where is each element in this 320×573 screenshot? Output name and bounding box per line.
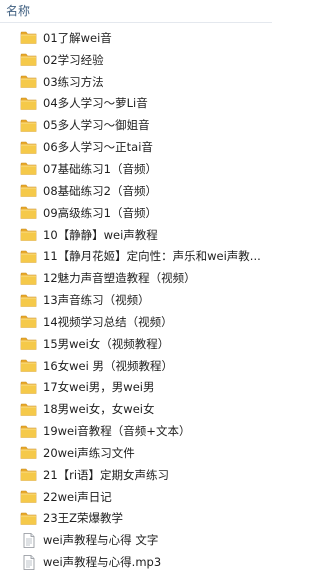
item-name-label: 22wei声日记: [43, 489, 112, 504]
folder-icon: [20, 52, 37, 67]
column-header-name[interactable]: 名称: [0, 0, 272, 23]
folder-row[interactable]: 08基础练习2（音频）: [0, 180, 272, 202]
folder-icon: [20, 96, 37, 111]
folder-icon: [20, 402, 37, 417]
folder-row[interactable]: 12魅力声音塑造教程（视频）: [0, 267, 272, 289]
folder-row[interactable]: 11【静月花姬】定向性：声乐和wei声教...: [0, 245, 272, 267]
folder-row[interactable]: 23王Z荣爆教学: [0, 508, 272, 530]
file-explorer-window: 名称 01了解wei音 02学习经验 03练习方法 04多人学习～萝Li音 05多人学习…: [0, 0, 272, 570]
folder-row[interactable]: 01了解wei音: [0, 27, 272, 49]
item-name-label: wei声教程与心得 文字: [43, 533, 159, 548]
folder-icon: [20, 161, 37, 176]
folder-icon: [20, 140, 37, 155]
folder-icon: [20, 467, 37, 482]
item-name-label: 09高级练习1（音频）: [43, 205, 157, 220]
folder-row[interactable]: 07基础练习1（音频）: [0, 158, 272, 180]
item-name-label: 13声音练习（视频）: [43, 293, 150, 308]
item-name-label: 19wei音教程（音频+文本）: [43, 424, 191, 439]
file-row[interactable]: wei声教程与心得.mp3: [0, 551, 272, 573]
item-name-label: 05多人学习～御姐音: [43, 118, 150, 133]
item-name-label: 11【静月花姬】定向性：声乐和wei声教...: [43, 249, 261, 264]
folder-row[interactable]: 02学习经验: [0, 49, 272, 71]
folder-row[interactable]: 04多人学习～萝Li音: [0, 93, 272, 115]
item-name-label: 20wei声练习文件: [43, 445, 135, 460]
folder-row[interactable]: 15男wei女（视频教程）: [0, 333, 272, 355]
folder-row[interactable]: 21【ri语】定期女声练习: [0, 464, 272, 486]
folder-icon: [20, 74, 37, 89]
item-name-label: 07基础练习1（音频）: [43, 161, 157, 176]
folder-icon: [20, 249, 37, 264]
folder-icon: [20, 336, 37, 351]
folder-icon: [20, 271, 37, 286]
item-name-label: 12魅力声音塑造教程（视频）: [43, 271, 196, 286]
item-name-label: 21【ri语】定期女声练习: [43, 467, 170, 482]
document-icon: [20, 554, 37, 570]
file-row[interactable]: wei声教程与心得 文字: [0, 529, 272, 551]
folder-row[interactable]: 17女wei男，男wei男: [0, 377, 272, 399]
item-name-label: 18男wei女，女wei女: [43, 402, 155, 417]
folder-icon: [20, 293, 37, 308]
item-name-label: 14视频学习总结（视频）: [43, 314, 173, 329]
folder-icon: [20, 314, 37, 329]
folder-icon: [20, 380, 37, 395]
folder-icon: [20, 30, 37, 45]
folder-row[interactable]: 10【静静】wei声教程: [0, 224, 272, 246]
item-name-label: wei声教程与心得.mp3: [43, 555, 162, 570]
folder-icon: [20, 511, 37, 526]
item-name-label: 01了解wei音: [43, 30, 112, 45]
item-name-label: 10【静静】wei声教程: [43, 227, 158, 242]
item-name-label: 03练习方法: [43, 74, 104, 89]
item-name-label: 15男wei女（视频教程）: [43, 336, 170, 351]
folder-icon: [20, 424, 37, 439]
item-name-label: 16女wei 男（视频教程）: [43, 358, 173, 373]
item-name-label: 08基础练习2（音频）: [43, 183, 157, 198]
document-icon: [20, 532, 37, 548]
folder-row[interactable]: 09高级练习1（音频）: [0, 202, 272, 224]
folder-icon: [20, 205, 37, 220]
item-name-label: 04多人学习～萝Li音: [43, 96, 148, 111]
folder-icon: [20, 489, 37, 504]
folder-row[interactable]: 03练习方法: [0, 71, 272, 93]
folder-icon: [20, 445, 37, 460]
column-header-label: 名称: [6, 4, 31, 18]
folder-row[interactable]: 05多人学习～御姐音: [0, 114, 272, 136]
folder-row[interactable]: 06多人学习～正tai音: [0, 136, 272, 158]
folder-row[interactable]: 14视频学习总结（视频）: [0, 311, 272, 333]
folder-row[interactable]: 16女wei 男（视频教程）: [0, 355, 272, 377]
folder-icon: [20, 183, 37, 198]
item-name-label: 17女wei男，男wei男: [43, 380, 155, 395]
item-name-label: 06多人学习～正tai音: [43, 140, 153, 155]
folder-row[interactable]: 22wei声日记: [0, 486, 272, 508]
folder-row[interactable]: 20wei声练习文件: [0, 442, 272, 464]
item-name-label: 02学习经验: [43, 52, 104, 67]
folder-row[interactable]: 18男wei女，女wei女: [0, 398, 272, 420]
item-name-label: 23王Z荣爆教学: [43, 511, 124, 526]
folder-row[interactable]: 13声音练习（视频）: [0, 289, 272, 311]
folder-icon: [20, 118, 37, 133]
folder-row[interactable]: 19wei音教程（音频+文本）: [0, 420, 272, 442]
folder-icon: [20, 358, 37, 373]
file-list: 01了解wei音 02学习经验 03练习方法 04多人学习～萝Li音 05多人学习～御姐…: [0, 23, 272, 573]
folder-icon: [20, 227, 37, 242]
